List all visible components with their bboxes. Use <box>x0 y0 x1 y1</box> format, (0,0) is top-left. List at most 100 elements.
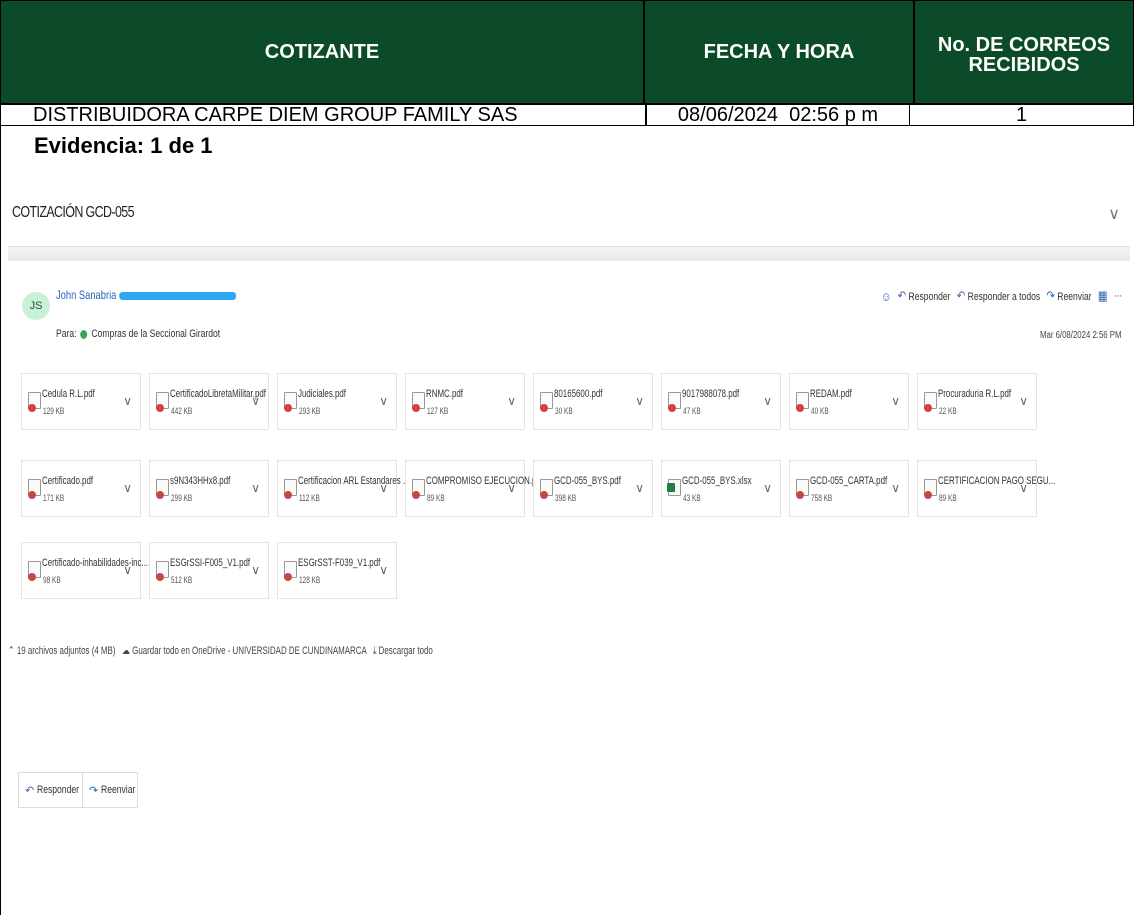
attachment-card[interactable]: s9N343HHx8.pdf 299 KB ∨ <box>149 460 269 517</box>
attachment-size: 398 KB <box>555 493 577 503</box>
recipient-line: Para: Compras de la Seccional Girardot <box>56 328 220 340</box>
attachment-size: 128 KB <box>299 575 321 585</box>
reply-all-label: Responder a todos <box>967 291 1040 303</box>
chevron-down-icon[interactable]: ∨ <box>891 394 900 408</box>
attachment-size: 129 KB <box>43 406 65 416</box>
chevron-down-icon[interactable]: ∨ <box>251 394 260 408</box>
pdf-file-icon <box>156 561 169 581</box>
attachment-card[interactable]: CertificadoLibretaMilitar.pdf 442 KB ∨ <box>149 373 269 430</box>
chevron-down-icon[interactable]: ∨ <box>891 481 900 495</box>
forward-action[interactable]: ↷ Reenviar <box>1046 288 1091 304</box>
attachment-size: 22 KB <box>939 406 957 416</box>
cell-fecha-hora: 08/06/2024 02:56 p m <box>646 104 910 126</box>
pdf-file-icon <box>796 479 809 499</box>
forward-button[interactable]: ↷ Reenviar <box>82 772 138 808</box>
attachment-name: s9N343HHx8.pdf <box>170 475 231 487</box>
attachment-name: Certificacion ARL Estandares ... <box>298 475 410 487</box>
emoji-icon[interactable]: ☺ <box>881 289 891 304</box>
attachments-count: 19 archivos adjuntos (4 MB) <box>16 645 116 657</box>
chevron-down-icon[interactable]: ∨ <box>379 481 388 495</box>
save-all-link[interactable]: Guardar todo en OneDrive - UNIVERSIDAD D… <box>132 645 366 657</box>
header-cotizante: COTIZANTE <box>0 0 644 104</box>
chevron-down-icon[interactable]: ∨ <box>1108 204 1120 224</box>
pdf-file-icon <box>28 392 41 412</box>
evidence-label: Evidencia: 1 de 1 <box>34 133 213 158</box>
reply-label: Responder <box>908 291 951 303</box>
attachment-card[interactable]: COMPROMISO EJECUCION.pdf 89 KB ∨ <box>405 460 543 517</box>
pdf-file-icon <box>156 479 169 499</box>
pdf-file-icon <box>156 392 169 412</box>
presence-icon <box>80 329 88 339</box>
to-prefix: Para: <box>56 328 77 340</box>
chevron-down-icon[interactable]: ∨ <box>123 481 132 495</box>
pdf-file-icon <box>28 561 41 581</box>
attachment-name: ESGrSSI-F005_V1.pdf <box>170 557 251 569</box>
chevron-down-icon[interactable]: ∨ <box>251 481 260 495</box>
chevron-down-icon[interactable]: ∨ <box>123 563 132 577</box>
attachment-card[interactable]: ESGrSST-F039_V1.pdf 128 KB ∨ <box>277 542 397 599</box>
attachment-card[interactable]: 9017988078.pdf 47 KB ∨ <box>661 373 781 430</box>
attachment-card[interactable]: Cedula R.L.pdf 129 KB ∨ <box>21 373 141 430</box>
sender[interactable]: John Sanabria <box>56 288 237 302</box>
download-all-link[interactable]: Descargar todo <box>379 645 433 657</box>
redacted-email <box>119 291 237 300</box>
attachment-name: REDAM.pdf <box>810 388 852 400</box>
attachment-card[interactable]: RNMC.pdf 127 KB ∨ <box>405 373 525 430</box>
forward-icon: ↷ <box>89 784 99 797</box>
pdf-file-icon <box>796 392 809 412</box>
reply-all-action[interactable]: ↶ Responder a todos <box>956 288 1039 304</box>
chevron-down-icon[interactable]: ∨ <box>635 481 644 495</box>
reply-action[interactable]: ↶ Responder <box>897 288 950 304</box>
attachment-card[interactable]: Certificado-inhabilidades-inc... 98 KB ∨ <box>21 542 148 599</box>
fecha-hora-text: 08/06/2024 02:56 p m <box>677 104 879 126</box>
attachment-size: 40 KB <box>811 406 829 416</box>
attachment-card[interactable]: ESGrSSI-F005_V1.pdf 512 KB ∨ <box>149 542 269 599</box>
attachment-size: 89 KB <box>939 493 957 503</box>
attachment-card[interactable]: Judiciales.pdf 293 KB ∨ <box>277 373 397 430</box>
reply-button[interactable]: ↶ Responder <box>18 772 85 808</box>
chevron-down-icon[interactable]: ∨ <box>507 481 516 495</box>
pdf-file-icon <box>668 392 681 412</box>
attachment-name: Cedula R.L.pdf <box>42 388 95 400</box>
chevron-down-icon[interactable]: ∨ <box>763 394 772 408</box>
attachment-name: GCD-055_CARTA.pdf <box>810 475 888 487</box>
cell-correos: 1 <box>910 104 1134 126</box>
attachment-size: 89 KB <box>427 493 445 503</box>
more-icon[interactable]: ··· <box>1113 290 1122 302</box>
attachment-card[interactable]: GCD-055_BYS.pdf 398 KB ∨ <box>533 460 653 517</box>
chevron-down-icon[interactable]: ∨ <box>763 481 772 495</box>
chevron-down-icon[interactable]: ∨ <box>379 394 388 408</box>
chevron-down-icon[interactable]: ∨ <box>1019 481 1028 495</box>
attachment-size: 293 KB <box>299 406 321 416</box>
email-view: COTIZACIÓN GCD-055 ∨ JS John Sanabria Pa… <box>8 180 1130 915</box>
page-border-left <box>0 126 1 915</box>
attachment-card[interactable]: Certificacion ARL Estandares ... 112 KB ∨ <box>277 460 410 517</box>
chevron-down-icon[interactable]: ∨ <box>507 394 516 408</box>
attachment-name: COMPROMISO EJECUCION.pdf <box>426 475 544 487</box>
to-recipient[interactable]: Compras de la Seccional Girardot <box>91 328 220 340</box>
pdf-file-icon <box>412 392 425 412</box>
download-icon: ⤓ <box>372 645 377 657</box>
attachment-card[interactable]: Procuraduria R.L.pdf 22 KB ∨ <box>917 373 1037 430</box>
apps-icon[interactable]: ▦ <box>1098 288 1108 304</box>
expand-icon[interactable]: ⌃ <box>8 645 15 657</box>
chevron-down-icon[interactable]: ∨ <box>635 394 644 408</box>
header-correos: No. DE CORREOS RECIBIDOS <box>914 0 1134 104</box>
attachment-card[interactable]: REDAM.pdf 40 KB ∨ <box>789 373 909 430</box>
chevron-down-icon[interactable]: ∨ <box>123 394 132 408</box>
chevron-down-icon[interactable]: ∨ <box>251 563 260 577</box>
reply-icon: ↶ <box>25 784 35 797</box>
chevron-down-icon[interactable]: ∨ <box>1019 394 1028 408</box>
attachment-card[interactable]: GCD-055_CARTA.pdf 758 KB ∨ <box>789 460 909 517</box>
sender-name[interactable]: John Sanabria <box>56 288 116 302</box>
attachment-size: 98 KB <box>43 575 61 585</box>
pdf-file-icon <box>540 479 553 499</box>
attachment-card[interactable]: GCD-055_BYS.xlsx 43 KB ∨ <box>661 460 781 517</box>
attachment-card[interactable]: CERTIFICACION PAGO SEGU... 89 KB ∨ <box>917 460 1055 517</box>
attachment-card[interactable]: 80165600.pdf 30 KB ∨ <box>533 373 653 430</box>
attachment-name: RNMC.pdf <box>426 388 463 400</box>
attachment-card[interactable]: Certificado.pdf 171 KB ∨ <box>21 460 141 517</box>
avatar[interactable]: JS <box>22 292 50 320</box>
chevron-down-icon[interactable]: ∨ <box>379 563 388 577</box>
pdf-file-icon <box>284 479 297 499</box>
